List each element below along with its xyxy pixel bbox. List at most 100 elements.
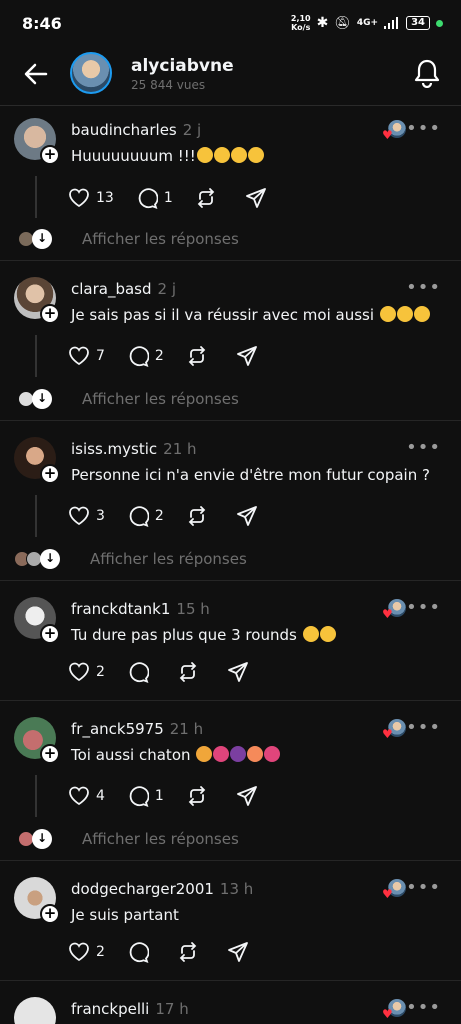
heart-icon: [69, 346, 89, 366]
comment-icon: [138, 188, 158, 209]
liked-by-author-icon: ♥: [382, 719, 408, 743]
comment-icon: [129, 942, 149, 963]
like-button[interactable]: 3: [68, 506, 105, 526]
share-button[interactable]: [227, 941, 255, 963]
comment-author[interactable]: dodgecharger2001 13 h: [71, 880, 253, 898]
chevron-down-icon: ↓: [32, 829, 52, 849]
comment-actions: 3 2: [68, 505, 286, 527]
share-button[interactable]: [236, 785, 264, 807]
like-button[interactable]: 13: [68, 188, 114, 208]
more-options-icon[interactable]: •••: [406, 437, 441, 458]
comment-text: Personne ici n'a envie d'être mon futur …: [71, 466, 430, 484]
heart-icon: [69, 188, 89, 208]
send-icon: [228, 942, 248, 962]
more-options-icon[interactable]: •••: [406, 118, 441, 139]
list-item: + isiss.mystic 21 h ••• Personne ici n'a …: [0, 421, 461, 581]
show-replies-button[interactable]: ↓ Afficher les réponses: [18, 829, 239, 849]
status-icons: 2,10 Ko/s ✱ 🔕︎ 4G+ 34: [291, 14, 443, 32]
view-count: 25 844 vues: [131, 78, 206, 92]
comment-actions: 2: [68, 941, 277, 963]
comment-author[interactable]: isiss.mystic 21 h: [71, 440, 197, 458]
comment-icon: [129, 346, 149, 367]
follow-plus-icon[interactable]: +: [40, 145, 60, 165]
heart-icon: [69, 942, 89, 962]
comment-author[interactable]: baudincharles 2 j: [71, 121, 201, 139]
more-options-icon[interactable]: •••: [406, 277, 441, 298]
liked-by-author-icon: ♥: [382, 599, 408, 623]
share-button[interactable]: [227, 661, 255, 683]
repost-icon: [188, 346, 206, 366]
send-icon: [236, 346, 257, 366]
repost-button[interactable]: [186, 345, 214, 367]
like-button[interactable]: 2: [68, 942, 105, 962]
share-button[interactable]: [245, 187, 273, 209]
back-arrow-icon[interactable]: [22, 60, 50, 88]
follow-plus-icon[interactable]: +: [40, 464, 60, 484]
reply-button[interactable]: 2: [127, 345, 164, 367]
status-bar: 8:46 2,10 Ko/s ✱ 🔕︎ 4G+ 34: [0, 0, 461, 48]
reply-button[interactable]: [127, 661, 155, 683]
comment-icon: [129, 662, 149, 683]
repost-button[interactable]: [186, 785, 214, 807]
reply-button[interactable]: 2: [127, 505, 164, 527]
comment-author[interactable]: clara_basd 2 j: [71, 280, 176, 298]
thread-line: [35, 335, 37, 377]
follow-plus-icon[interactable]: +: [40, 304, 60, 324]
page-title[interactable]: alyciabvne: [131, 56, 234, 76]
send-icon: [228, 662, 248, 682]
more-options-icon[interactable]: •••: [406, 877, 441, 898]
more-options-icon[interactable]: •••: [406, 597, 441, 618]
repost-button[interactable]: [195, 187, 223, 209]
repost-icon: [197, 188, 215, 208]
thread-line: [35, 495, 37, 537]
follow-plus-icon[interactable]: +: [40, 744, 60, 764]
bell-icon[interactable]: [413, 58, 441, 88]
chevron-down-icon: ↓: [32, 229, 52, 249]
share-button[interactable]: [236, 505, 264, 527]
list-item: + fr_anck5975 21 h ♥ ••• Toi aussi chaton…: [0, 701, 461, 861]
show-replies-button[interactable]: ↓ Afficher les réponses: [18, 229, 239, 249]
reply-button[interactable]: [127, 941, 155, 963]
repost-button[interactable]: [177, 661, 205, 683]
comment-icon: [129, 786, 149, 807]
network-type: 4G+: [356, 18, 379, 28]
follow-plus-icon[interactable]: +: [40, 904, 60, 924]
comment-text: Je suis partant: [71, 906, 179, 924]
share-button[interactable]: [236, 345, 264, 367]
heart-icon: [69, 506, 89, 526]
comment-text: Je sais pas si il va réussir avec moi au…: [71, 306, 430, 324]
more-options-icon[interactable]: •••: [406, 717, 441, 738]
repost-button[interactable]: [177, 941, 205, 963]
comment-author[interactable]: fr_anck5975 21 h: [71, 720, 203, 738]
comment-author[interactable]: franckpelli 17 h: [71, 1000, 189, 1018]
show-replies-button[interactable]: ↓ Afficher les réponses: [18, 389, 239, 409]
show-replies-button[interactable]: ↓ Afficher les réponses: [14, 549, 247, 569]
comment-actions: 7 2: [68, 345, 286, 367]
reply-button[interactable]: 1: [136, 187, 173, 209]
like-button[interactable]: 7: [68, 346, 105, 366]
avatar[interactable]: [14, 997, 56, 1024]
liked-by-author-icon: ♥: [382, 120, 408, 144]
comment-author[interactable]: franckdtank1 15 h: [71, 600, 210, 618]
comment-text: Huuuuuuuum !!!: [71, 147, 264, 165]
follow-plus-icon[interactable]: +: [40, 624, 60, 644]
mute-icon: 🔕︎: [334, 15, 351, 31]
list-item: + baudincharles 2 j ♥ ••• Huuuuuuuum !!! …: [0, 106, 461, 261]
comment-icon: [129, 506, 149, 527]
comment-actions: 4 1: [68, 785, 286, 807]
signal-icon: [384, 17, 399, 29]
list-item: franckpelli 17 h ♥ •••: [0, 981, 461, 1024]
chevron-down-icon: ↓: [40, 549, 60, 569]
like-button[interactable]: 2: [68, 662, 105, 682]
comment-actions: 2: [68, 661, 277, 683]
avatar[interactable]: [70, 52, 112, 94]
bluetooth-icon: ✱: [316, 15, 329, 31]
thread-header: alyciabvne 25 844 vues: [0, 48, 461, 106]
repost-button[interactable]: [186, 505, 214, 527]
battery-icon: 34: [406, 16, 430, 30]
privacy-indicator: [436, 19, 443, 27]
more-options-icon[interactable]: •••: [406, 997, 441, 1018]
reply-button[interactable]: 1: [127, 785, 164, 807]
liked-by-author-icon: ♥: [382, 879, 408, 903]
like-button[interactable]: 4: [68, 786, 105, 806]
